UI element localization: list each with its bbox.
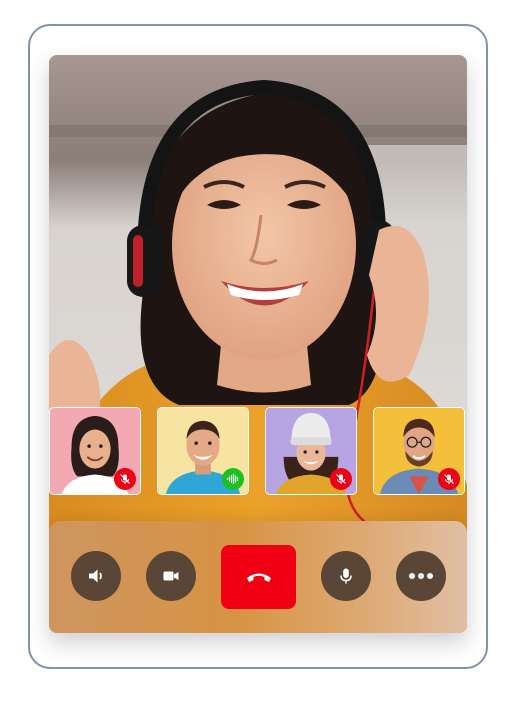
call-controls-bar xyxy=(49,521,467,633)
participant-tile-1[interactable] xyxy=(49,407,141,495)
camera-button[interactable] xyxy=(146,551,196,601)
end-call-button[interactable] xyxy=(221,545,296,609)
more-options-button[interactable] xyxy=(396,551,446,601)
microphone-icon xyxy=(340,568,352,584)
speaker-icon xyxy=(89,569,102,583)
participant-tile-3[interactable] xyxy=(265,407,357,495)
participant-tile-4[interactable] xyxy=(373,407,465,495)
phone-hangup-icon xyxy=(246,573,271,582)
speaker-button[interactable] xyxy=(71,551,121,601)
participant-tile-2[interactable] xyxy=(157,407,249,495)
microphone-button[interactable] xyxy=(321,551,371,601)
more-horizontal-icon xyxy=(409,573,433,579)
video-camera-icon xyxy=(163,571,179,581)
audio-wave-icon xyxy=(222,468,244,490)
mic-off-icon xyxy=(438,468,460,490)
participant-strip xyxy=(49,407,467,497)
mic-off-icon xyxy=(330,468,352,490)
video-call-screen xyxy=(49,55,467,633)
mic-off-icon xyxy=(114,468,136,490)
